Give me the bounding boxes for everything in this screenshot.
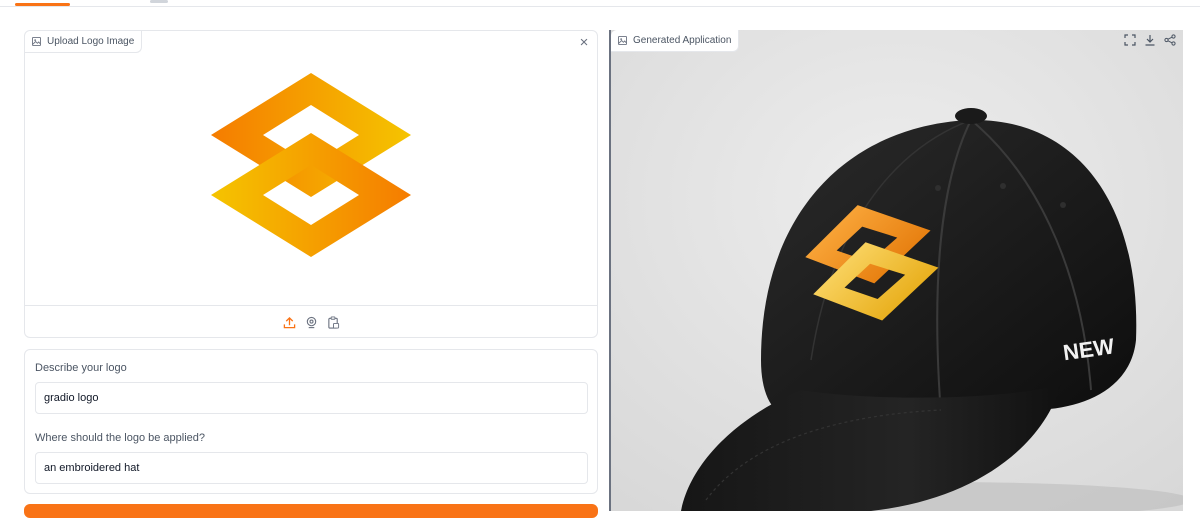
placement-label: Where should the logo be applied? [35, 432, 206, 444]
description-input[interactable]: gradio logo [35, 382, 588, 414]
tab-active-indicator[interactable] [15, 3, 70, 6]
prompt-form: Describe your logo gradio logo Where sho… [24, 349, 598, 494]
upload-icon[interactable] [281, 314, 297, 330]
tab-bar [0, 0, 1200, 7]
fullscreen-icon[interactable] [1122, 32, 1137, 47]
upload-source-toolbar [25, 305, 597, 337]
clipboard-icon[interactable] [325, 314, 341, 330]
image-icon [32, 37, 41, 46]
description-label: Describe your logo [35, 362, 127, 374]
share-icon[interactable] [1162, 32, 1177, 47]
output-label: Generated Application [611, 30, 740, 52]
generated-cap-image: NEW [611, 30, 1183, 511]
image-icon [618, 36, 627, 45]
generate-button[interactable] [24, 504, 598, 518]
uploaded-logo-image [25, 31, 597, 305]
output-action-bar [1122, 32, 1177, 47]
generated-application-panel: NEW Generated Application [609, 30, 1183, 511]
upload-label: Upload Logo Image [25, 31, 143, 53]
gradio-logo-graphic [211, 73, 411, 257]
download-icon[interactable] [1142, 32, 1157, 47]
close-icon[interactable]: × [575, 33, 593, 51]
output-label-text: Generated Application [633, 35, 732, 46]
upload-logo-panel[interactable]: Upload Logo Image × [24, 30, 598, 338]
tab-inactive-indicator[interactable] [150, 0, 168, 3]
webcam-icon[interactable] [303, 314, 319, 330]
upload-label-text: Upload Logo Image [47, 36, 135, 47]
placement-input[interactable]: an embroidered hat [35, 452, 588, 484]
